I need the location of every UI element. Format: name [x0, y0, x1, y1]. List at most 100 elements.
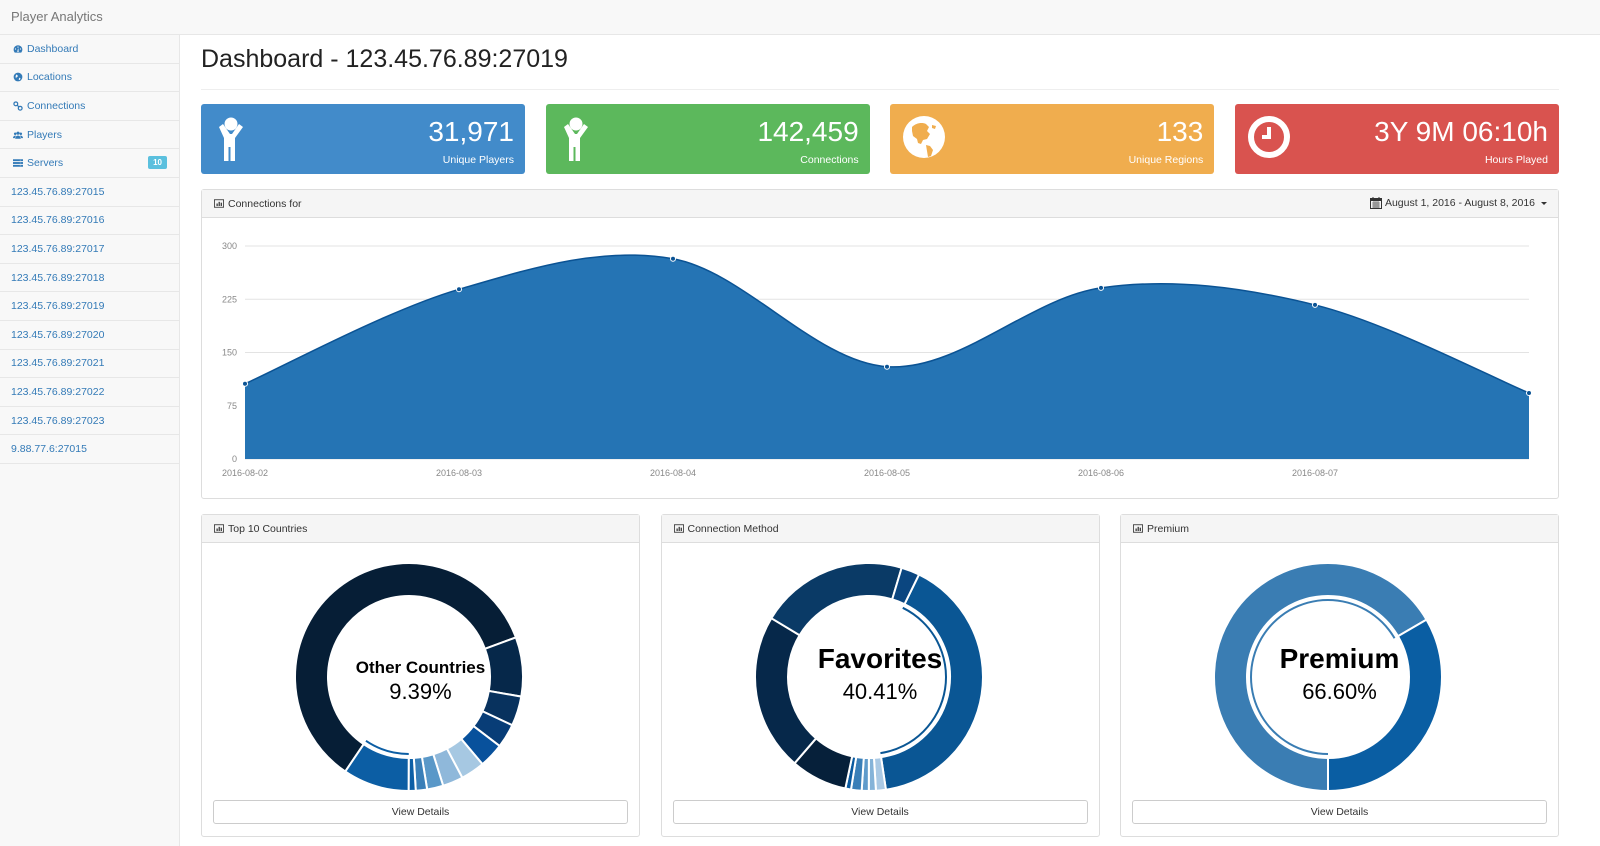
sidebar-item-label: Locations — [27, 71, 72, 84]
panel-heading: Connection Method — [661, 515, 1099, 543]
stat-value: 3Y 9M 06:10h — [1374, 116, 1548, 147]
server-address: 123.45.76.89:27022 — [11, 385, 105, 398]
panel-heading: Premium — [1121, 515, 1558, 543]
data-point[interactable] — [456, 286, 462, 293]
donut-center-title: Other Countries — [355, 658, 486, 677]
server-address: 123.45.76.89:27017 — [11, 242, 105, 255]
x-tick-label: 2016-08-05 — [864, 468, 910, 478]
donut-slice[interactable] — [769, 562, 903, 637]
date-range-picker[interactable]: August 1, 2016 - August 8, 2016 — [1369, 197, 1547, 209]
data-point[interactable] — [1526, 389, 1532, 396]
child-icon — [213, 115, 258, 163]
stat-card-connections: 142,459 Connections — [545, 104, 870, 174]
sidebar-server-item[interactable]: 123.45.76.89:27018 — [0, 264, 179, 293]
link-icon — [11, 101, 24, 111]
data-point[interactable] — [242, 380, 248, 387]
sidebar: Dashboard Locations Connections Players … — [0, 35, 180, 846]
globe-icon — [11, 72, 24, 82]
sidebar-server-item[interactable]: 123.45.76.89:27023 — [0, 407, 179, 436]
server-address: 123.45.76.89:27023 — [11, 414, 105, 427]
sidebar-server-item[interactable]: 123.45.76.89:27022 — [0, 378, 179, 407]
y-tick-label: 225 — [222, 294, 237, 304]
clock-icon — [1247, 115, 1292, 163]
stat-label: Unique Regions — [1128, 154, 1204, 166]
sidebar-server-item[interactable]: 123.45.76.89:27019 — [0, 292, 179, 321]
users-icon — [11, 130, 24, 140]
stat-label: Unique Players — [442, 154, 514, 166]
server-address: 123.45.76.89:27018 — [11, 271, 105, 284]
sidebar-item-locations[interactable]: Locations — [0, 64, 179, 93]
app-title[interactable]: Player Analytics — [11, 9, 103, 24]
panel-title: Top 10 Countries — [228, 522, 308, 535]
bar-chart-icon — [673, 524, 684, 533]
view-details-button[interactable]: View Details — [672, 800, 1088, 824]
view-details-button[interactable]: View Details — [1132, 800, 1547, 824]
sidebar-item-connections[interactable]: Connections — [0, 92, 179, 121]
x-tick-label: 2016-08-07 — [1292, 468, 1338, 478]
stat-card-unique-regions: 133 Unique Regions — [890, 104, 1215, 174]
stats-row: 31,971 Unique Players 142,459 Connection… — [201, 104, 1559, 174]
servers-count-badge: 10 — [148, 156, 167, 170]
y-tick-label: 75 — [227, 401, 237, 411]
donut-highlight-ring — [1250, 599, 1396, 755]
sidebar-server-item[interactable]: 123.45.76.89:27017 — [0, 235, 179, 264]
donut-center-title: Favorites — [817, 643, 943, 674]
data-point[interactable] — [1312, 301, 1318, 308]
panel-heading: Top 10 Countries — [202, 515, 639, 543]
sidebar-server-item[interactable]: 123.45.76.89:27020 — [0, 321, 179, 350]
data-point[interactable] — [1098, 284, 1104, 291]
premium-panel: Premium Premium 66.60% View Details — [1120, 514, 1559, 837]
server-list-icon — [11, 158, 24, 168]
sidebar-server-item[interactable]: 123.45.76.89:27021 — [0, 350, 179, 379]
sidebar-server-item[interactable]: 9.88.77.6:27015 — [0, 435, 179, 464]
top-countries-panel: Top 10 Countries Other Countries 9.39% V… — [201, 514, 640, 837]
server-address: 123.45.76.89:27020 — [11, 328, 105, 341]
stat-label: Hours Played — [1484, 154, 1548, 166]
sidebar-item-servers[interactable]: Servers 10 — [0, 149, 179, 178]
server-address: 9.88.77.6:27015 — [11, 443, 87, 456]
data-point[interactable] — [884, 363, 890, 370]
panel-title: Connections for — [228, 197, 302, 210]
sidebar-item-label: Connections — [27, 99, 86, 112]
bar-chart-icon — [214, 199, 224, 208]
server-address: 123.45.76.89:27021 — [11, 357, 105, 370]
panel-heading: Connections for August 1, 2016 - August … — [202, 190, 1558, 218]
sidebar-server-item[interactable]: 123.45.76.89:27015 — [0, 178, 179, 207]
top-navbar: Player Analytics — [0, 0, 1600, 35]
date-range-value: August 1, 2016 - August 8, 2016 — [1384, 197, 1535, 209]
donut-center-value: 9.39% — [389, 679, 452, 704]
globe-americas-icon — [902, 115, 947, 163]
stat-card-unique-players: 31,971 Unique Players — [201, 104, 525, 174]
server-address: 123.45.76.89:27015 — [11, 185, 105, 198]
sidebar-server-item[interactable]: 123.45.76.89:27016 — [0, 207, 179, 236]
main-content: Dashboard - 123.45.76.89:27019 31,971 Un… — [201, 35, 1559, 837]
data-point[interactable] — [670, 255, 676, 262]
server-address: 123.45.76.89:27016 — [11, 214, 105, 227]
connection-method-panel: Connection Method Favorites 40.41% View … — [660, 514, 1100, 837]
server-address: 123.45.76.89:27019 — [11, 300, 105, 313]
y-tick-label: 300 — [222, 241, 237, 251]
area-fill — [245, 255, 1529, 459]
panel-title: Connection Method — [687, 522, 779, 535]
y-tick-label: 0 — [232, 454, 237, 464]
stat-card-hours-played: 3Y 9M 06:10h Hours Played — [1234, 104, 1559, 174]
donut-row: Top 10 Countries Other Countries 9.39% V… — [201, 514, 1559, 837]
y-tick-label: 150 — [222, 348, 237, 358]
donut-center-value: 66.60% — [1302, 679, 1377, 704]
page-title: Dashboard - 123.45.76.89:27019 — [201, 45, 1559, 90]
sidebar-item-label: Dashboard — [27, 42, 79, 55]
caret-down-icon — [1541, 201, 1547, 205]
donut-slice[interactable] — [867, 756, 877, 793]
bar-chart-icon — [214, 524, 224, 533]
x-tick-label: 2016-08-03 — [436, 468, 482, 478]
dashboard-icon — [11, 44, 24, 54]
bar-chart-icon — [1133, 524, 1143, 533]
view-details-button[interactable]: View Details — [213, 800, 628, 824]
sidebar-item-players[interactable]: Players — [0, 121, 179, 150]
sidebar-item-dashboard[interactable]: Dashboard — [0, 35, 179, 64]
x-tick-label: 2016-08-04 — [650, 468, 696, 478]
sidebar-item-label: Servers — [27, 157, 64, 170]
donut-center-title: Premium — [1279, 643, 1400, 674]
calendar-icon — [1369, 197, 1382, 209]
sidebar-item-label: Players — [27, 128, 63, 141]
